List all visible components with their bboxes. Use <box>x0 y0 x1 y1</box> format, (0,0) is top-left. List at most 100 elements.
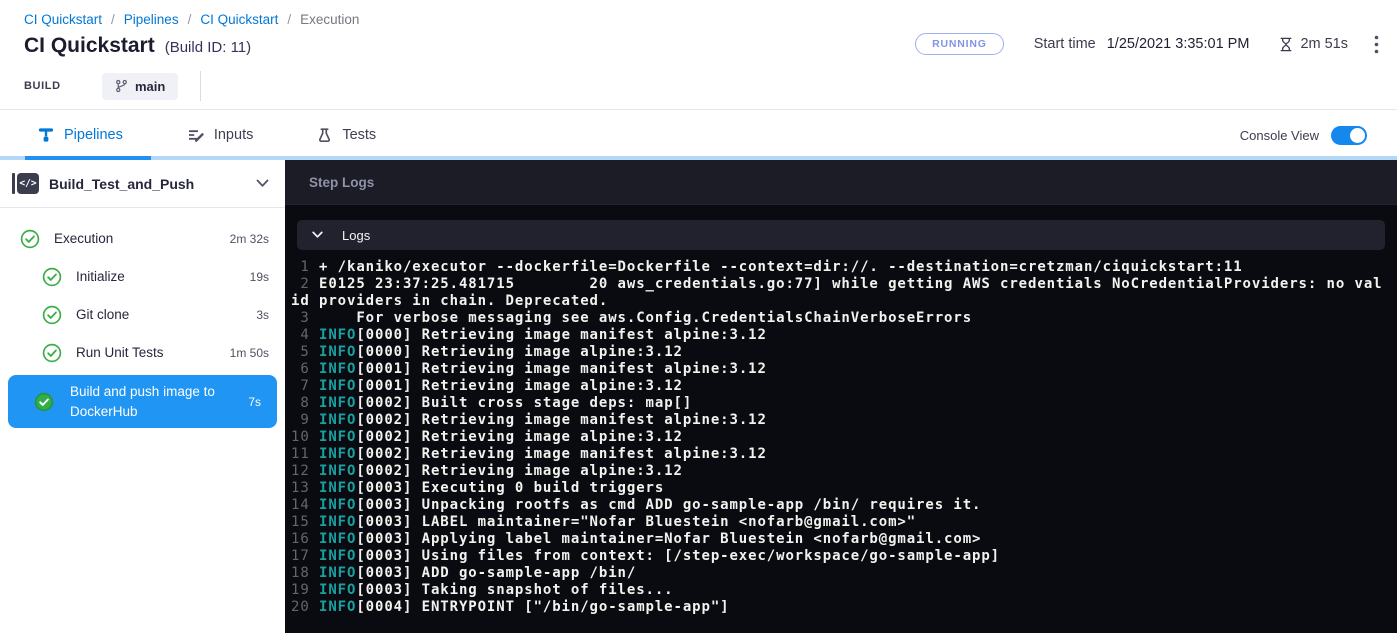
tab-inputs[interactable]: Inputs <box>187 127 254 143</box>
step-row[interactable]: Run Unit Tests1m 50s <box>0 334 285 372</box>
log-text: [0001] Retrieving image alpine:3.12 <box>356 378 683 394</box>
tab-underline-active <box>25 156 151 160</box>
step-row[interactable]: Build and push image to DockerHub7s <box>8 375 277 428</box>
log-line-number: 3 <box>291 310 319 326</box>
breadcrumb-pipelines-link[interactable]: Pipelines <box>124 12 179 27</box>
log-line: 15 INFO[0003] LABEL maintainer="Nofar Bl… <box>291 514 1389 531</box>
tab-label: Pipelines <box>64 127 123 143</box>
log-line-number: 12 <box>291 463 319 479</box>
log-line-number: 6 <box>291 361 319 377</box>
log-text: [0002] Retrieving image manifest alpine:… <box>356 446 766 462</box>
log-line-number: 11 <box>291 446 319 462</box>
breadcrumb-pipeline-link[interactable]: CI Quickstart <box>200 12 278 27</box>
log-level-info: INFO <box>319 446 356 462</box>
log-line: 4 INFO[0000] Retrieving image manifest a… <box>291 327 1389 344</box>
success-check-icon <box>34 392 54 412</box>
log-line: 19 INFO[0003] Taking snapshot of files..… <box>291 582 1389 599</box>
console-view-control: Console View <box>1240 126 1397 145</box>
log-line-number: 16 <box>291 531 319 547</box>
more-options-button[interactable] <box>1374 35 1379 54</box>
success-check-icon <box>20 229 40 249</box>
git-branch-icon <box>115 79 128 93</box>
log-level-info: INFO <box>319 429 356 445</box>
stage-name: Build_Test_and_Push <box>49 176 194 192</box>
duration-value: 2m 51s <box>1300 36 1348 52</box>
log-line: 3 For verbose messaging see aws.Config.C… <box>291 310 1389 327</box>
log-text: [0003] Taking snapshot of files... <box>356 582 673 598</box>
content-area: </> Build_Test_and_Push Execution2m 32sI… <box>0 160 1397 633</box>
step-label: Run Unit Tests <box>76 343 164 363</box>
console-view-toggle[interactable] <box>1331 126 1367 145</box>
step-row[interactable]: Initialize19s <box>0 258 285 296</box>
log-line: 6 INFO[0001] Retrieving image manifest a… <box>291 361 1389 378</box>
breadcrumb-separator: / <box>111 12 115 27</box>
step-row[interactable]: Execution2m 32s <box>0 220 285 258</box>
step-row[interactable]: Git clone3s <box>0 296 285 334</box>
log-text: [0003] ADD go-sample-app /bin/ <box>356 565 636 581</box>
success-check-icon <box>42 267 62 287</box>
step-label: Git clone <box>76 305 129 325</box>
step-duration: 2m 32s <box>222 232 269 246</box>
log-level-info: INFO <box>319 514 356 530</box>
log-line-number: 8 <box>291 395 319 411</box>
log-line: 12 INFO[0002] Retrieving image alpine:3.… <box>291 463 1389 480</box>
success-check-icon <box>42 343 62 363</box>
log-text: [0001] Retrieving image manifest alpine:… <box>356 361 766 377</box>
tab-pipelines[interactable]: Pipelines <box>38 127 123 144</box>
log-line-number: 10 <box>291 429 319 445</box>
log-text: E0125 23:37:25.481715 20 aws_credentials… <box>291 276 1383 309</box>
chevron-down-icon <box>256 179 269 188</box>
log-level-info: INFO <box>319 497 356 513</box>
log-text: [0003] Executing 0 build triggers <box>356 480 664 496</box>
log-text: + /kaniko/executor --dockerfile=Dockerfi… <box>319 259 1243 275</box>
step-logs-panel: Step Logs Logs 1 + /kaniko/executor --do… <box>285 160 1397 633</box>
header-status-area: RUNNING Start time 1/25/2021 3:35:01 PM … <box>915 33 1379 55</box>
log-line: 10 INFO[0002] Retrieving image alpine:3.… <box>291 429 1389 446</box>
log-text: [0002] Retrieving image alpine:3.12 <box>356 463 683 479</box>
log-line: 7 INFO[0001] Retrieving image alpine:3.1… <box>291 378 1389 395</box>
log-line: 14 INFO[0003] Unpacking rootfs as cmd AD… <box>291 497 1389 514</box>
step-label: Initialize <box>76 267 125 287</box>
log-text: [0000] Retrieving image manifest alpine:… <box>356 327 766 343</box>
log-text: [0002] Built cross stage deps: map[] <box>356 395 692 411</box>
breadcrumb-separator: / <box>287 12 291 27</box>
logs-section-toggle[interactable]: Logs <box>297 220 1385 250</box>
log-line-number: 2 <box>291 276 319 292</box>
tab-label: Tests <box>342 127 376 143</box>
log-level-info: INFO <box>319 599 356 615</box>
kebab-menu-icon <box>1374 35 1379 54</box>
log-level-info: INFO <box>319 565 356 581</box>
start-time-value: 1/25/2021 3:35:01 PM <box>1107 36 1250 52</box>
log-line-number: 5 <box>291 344 319 360</box>
log-text: [0003] Unpacking rootfs as cmd ADD go-sa… <box>356 497 981 513</box>
step-label: Build and push image to DockerHub <box>70 382 238 421</box>
log-level-info: INFO <box>319 412 356 428</box>
console-view-label: Console View <box>1240 128 1319 143</box>
tab-tests[interactable]: Tests <box>317 127 376 143</box>
log-text: [0004] ENTRYPOINT ["/bin/go-sample-app"] <box>356 599 729 615</box>
log-level-info: INFO <box>319 395 356 411</box>
log-line-number: 1 <box>291 259 319 275</box>
log-level-info: INFO <box>319 344 356 360</box>
stage-sidebar: </> Build_Test_and_Push Execution2m 32sI… <box>0 160 285 633</box>
log-level-info: INFO <box>319 463 356 479</box>
log-line-number: 13 <box>291 480 319 496</box>
log-text: [0002] Retrieving image manifest alpine:… <box>356 412 766 428</box>
log-line-number: 4 <box>291 327 319 343</box>
duration: 2m 51s <box>1279 36 1348 52</box>
log-level-info: INFO <box>319 531 356 547</box>
branch-tag[interactable]: main <box>102 73 178 100</box>
log-line-number: 9 <box>291 412 319 428</box>
log-line: 16 INFO[0003] Applying label maintainer=… <box>291 531 1389 548</box>
toggle-knob <box>1350 128 1365 143</box>
log-level-info: INFO <box>319 582 356 598</box>
step-logs-title: Step Logs <box>309 175 374 190</box>
inputs-icon <box>187 127 204 143</box>
start-time-label: Start time <box>1034 36 1096 52</box>
breadcrumb-project-link[interactable]: CI Quickstart <box>24 12 102 27</box>
log-line-number: 15 <box>291 514 319 530</box>
stage-header[interactable]: </> Build_Test_and_Push <box>0 160 285 207</box>
log-text: [0002] Retrieving image alpine:3.12 <box>356 429 683 445</box>
log-line: 5 INFO[0000] Retrieving image alpine:3.1… <box>291 344 1389 361</box>
step-duration: 7s <box>240 395 261 409</box>
